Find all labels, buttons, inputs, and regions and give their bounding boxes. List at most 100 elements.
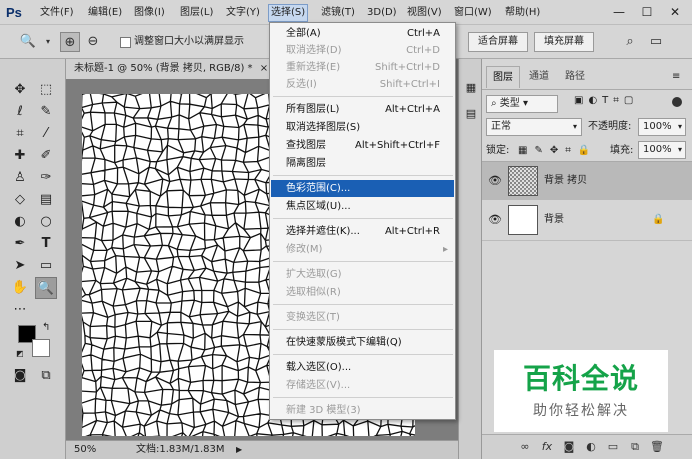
- menu-image[interactable]: 图像(I): [134, 5, 165, 21]
- trash-icon[interactable]: 🗑: [648, 438, 666, 456]
- menu-item-isolate-layers[interactable]: 隔离图层: [271, 155, 454, 172]
- menu-item-modify[interactable]: 修改(M) ▸: [271, 241, 454, 258]
- menu-item-select-all[interactable]: 全部(A) Ctrl+A: [271, 25, 454, 42]
- properties-panel-icon[interactable]: ▤: [460, 103, 482, 125]
- zoom-level[interactable]: 50%: [74, 441, 96, 459]
- fit-screen-button[interactable]: 适合屏幕: [468, 32, 528, 52]
- gradient-tool-icon[interactable]: ▤: [35, 189, 57, 211]
- layer-row-background[interactable]: 👁 背景 🔒: [482, 201, 692, 239]
- menu-type[interactable]: 文字(Y): [226, 5, 260, 21]
- new-layer-icon[interactable]: ⧉: [626, 438, 644, 456]
- layer-row-background-copy[interactable]: 👁 背景 拷贝: [482, 162, 692, 200]
- blend-mode-value: 正常: [491, 121, 511, 132]
- close-button[interactable]: ✕: [664, 3, 686, 21]
- menu-item-inverse[interactable]: 反选(I) Shift+Ctrl+I: [271, 76, 454, 93]
- menu-help[interactable]: 帮助(H): [505, 5, 540, 21]
- menu-select[interactable]: 选择(S): [268, 4, 309, 22]
- blur-tool-icon[interactable]: ◐: [9, 211, 31, 233]
- history-brush-icon[interactable]: ✑: [35, 167, 57, 189]
- menu-item-save-selection[interactable]: 存储选区(V)...: [271, 377, 454, 394]
- type-tool-icon[interactable]: T: [35, 233, 57, 255]
- move-tool-icon[interactable]: ✥: [9, 79, 31, 101]
- menu-3d[interactable]: 3D(D): [367, 5, 397, 21]
- zoom-tool-preset-icon[interactable]: 🔍: [18, 32, 38, 52]
- swap-colors-icon[interactable]: ↰: [42, 322, 50, 333]
- menu-file[interactable]: 文件(F): [40, 5, 74, 21]
- pen-tool-icon[interactable]: ✒: [9, 233, 31, 255]
- tab-paths[interactable]: 路径: [558, 66, 592, 88]
- crop-tool-icon[interactable]: ⌗: [9, 123, 31, 145]
- menu-item-similar[interactable]: 选取相似(R): [271, 284, 454, 301]
- blend-mode-select[interactable]: 正常 ▾: [486, 118, 582, 136]
- zoom-tool-icon[interactable]: 🔍: [35, 277, 57, 299]
- more-tools-icon[interactable]: ⋯: [9, 299, 31, 321]
- menu-separator: [273, 175, 453, 176]
- menu-item-color-range[interactable]: 色彩范围(C)...: [271, 180, 454, 197]
- eraser-tool-icon[interactable]: ◇: [9, 189, 31, 211]
- quick-select-tool-icon[interactable]: ✎: [35, 101, 57, 123]
- eyedropper-tool-icon[interactable]: ⁄: [35, 123, 57, 145]
- chevron-down-icon[interactable]: ▾: [38, 32, 58, 52]
- quick-mask-icon[interactable]: ◙: [9, 365, 31, 387]
- menu-edit[interactable]: 编辑(E): [88, 5, 122, 21]
- status-menu-arrow-icon[interactable]: ▶: [236, 441, 242, 459]
- workspace-icon[interactable]: ▭: [646, 32, 666, 52]
- background-color-swatch[interactable]: [32, 339, 50, 357]
- fx-icon[interactable]: fx: [538, 438, 556, 456]
- menu-item-load-selection[interactable]: 载入选区(O)...: [271, 359, 454, 376]
- lasso-tool-icon[interactable]: ℓ: [9, 101, 31, 123]
- close-tab-icon[interactable]: ×: [260, 63, 268, 74]
- eye-icon[interactable]: 👁: [488, 162, 502, 200]
- menu-item-deselect[interactable]: 取消选择(D) Ctrl+D: [271, 42, 454, 59]
- fill-screen-button[interactable]: 填充屏幕: [534, 32, 594, 52]
- menu-item-quick-mask[interactable]: 在快速蒙版模式下编辑(Q): [271, 334, 454, 351]
- path-select-icon[interactable]: ➤: [9, 255, 31, 277]
- minimize-button[interactable]: —: [608, 3, 630, 21]
- panel-menu-icon[interactable]: ≡: [672, 71, 680, 82]
- menu-item-all-layers[interactable]: 所有图层(L) Alt+Ctrl+A: [271, 101, 454, 118]
- adjustment-layer-icon[interactable]: ◐: [582, 438, 600, 456]
- zoom-in-icon[interactable]: ⊕: [60, 32, 80, 52]
- menu-item-transform-selection[interactable]: 变换选区(T): [271, 309, 454, 326]
- menu-item-select-and-mask[interactable]: 选择并遮住(K)... Alt+Ctrl+R: [271, 223, 454, 240]
- fill-input[interactable]: 100% ▾: [638, 141, 686, 159]
- zoom-out-icon[interactable]: ⊖: [83, 32, 103, 52]
- link-layers-icon[interactable]: ∞: [516, 438, 534, 456]
- hand-tool-icon[interactable]: ✋: [9, 277, 31, 299]
- resize-window-checkbox[interactable]: [120, 37, 131, 48]
- opacity-input[interactable]: 100% ▾: [638, 118, 686, 136]
- lock-icons[interactable]: ▦✎✥⌗🔒: [518, 143, 597, 159]
- menu-item-new-3d-model[interactable]: 新建 3D 模型(3): [271, 402, 454, 419]
- tab-layers[interactable]: 图层: [486, 66, 520, 88]
- default-colors-icon[interactable]: ◩: [16, 349, 24, 358]
- document-tab[interactable]: 未标题-1 @ 50% (背景 拷贝, RGB/8) * ×: [66, 59, 281, 79]
- menu-item-focus-area[interactable]: 焦点区域(U)...: [271, 198, 454, 215]
- search-icon[interactable]: ⌕: [620, 32, 640, 52]
- menu-item-find-layers[interactable]: 查找图层 Alt+Shift+Ctrl+F: [271, 137, 454, 154]
- layer-filter-select[interactable]: ⌕ 类型 ▾: [486, 95, 558, 113]
- menu-separator: [273, 304, 453, 305]
- history-panel-icon[interactable]: ▦: [460, 77, 482, 99]
- brush-tool-icon[interactable]: ✐: [35, 145, 57, 167]
- eye-icon[interactable]: 👁: [488, 201, 502, 239]
- menu-view[interactable]: 视图(V): [407, 5, 442, 21]
- filter-toggle-icon[interactable]: [672, 97, 682, 107]
- new-group-icon[interactable]: ▭: [604, 438, 622, 456]
- tab-channels[interactable]: 通道: [522, 66, 556, 88]
- clone-stamp-icon[interactable]: ♙: [9, 167, 31, 189]
- menu-item-deselect-layers[interactable]: 取消选择图层(S): [271, 119, 454, 136]
- menu-filter[interactable]: 滤镜(T): [321, 5, 355, 21]
- menu-layer[interactable]: 图层(L): [180, 5, 213, 21]
- menu-window[interactable]: 窗口(W): [454, 5, 492, 21]
- marquee-tool-icon[interactable]: ⬚: [35, 79, 57, 101]
- add-mask-icon[interactable]: ◙: [560, 438, 578, 456]
- menu-item-reselect[interactable]: 重新选择(E) Shift+Ctrl+D: [271, 59, 454, 76]
- screen-mode-icon[interactable]: ⧉: [35, 365, 57, 387]
- rectangle-tool-icon[interactable]: ▭: [35, 255, 57, 277]
- dodge-tool-icon[interactable]: ○: [35, 211, 57, 233]
- filter-icons[interactable]: ▣◐T⌗▢: [574, 95, 638, 106]
- menu-item-label: 取消选择(D): [286, 45, 342, 56]
- healing-brush-icon[interactable]: ✚: [9, 145, 31, 167]
- maximize-button[interactable]: ☐: [636, 3, 658, 21]
- menu-item-grow[interactable]: 扩大选取(G): [271, 266, 454, 283]
